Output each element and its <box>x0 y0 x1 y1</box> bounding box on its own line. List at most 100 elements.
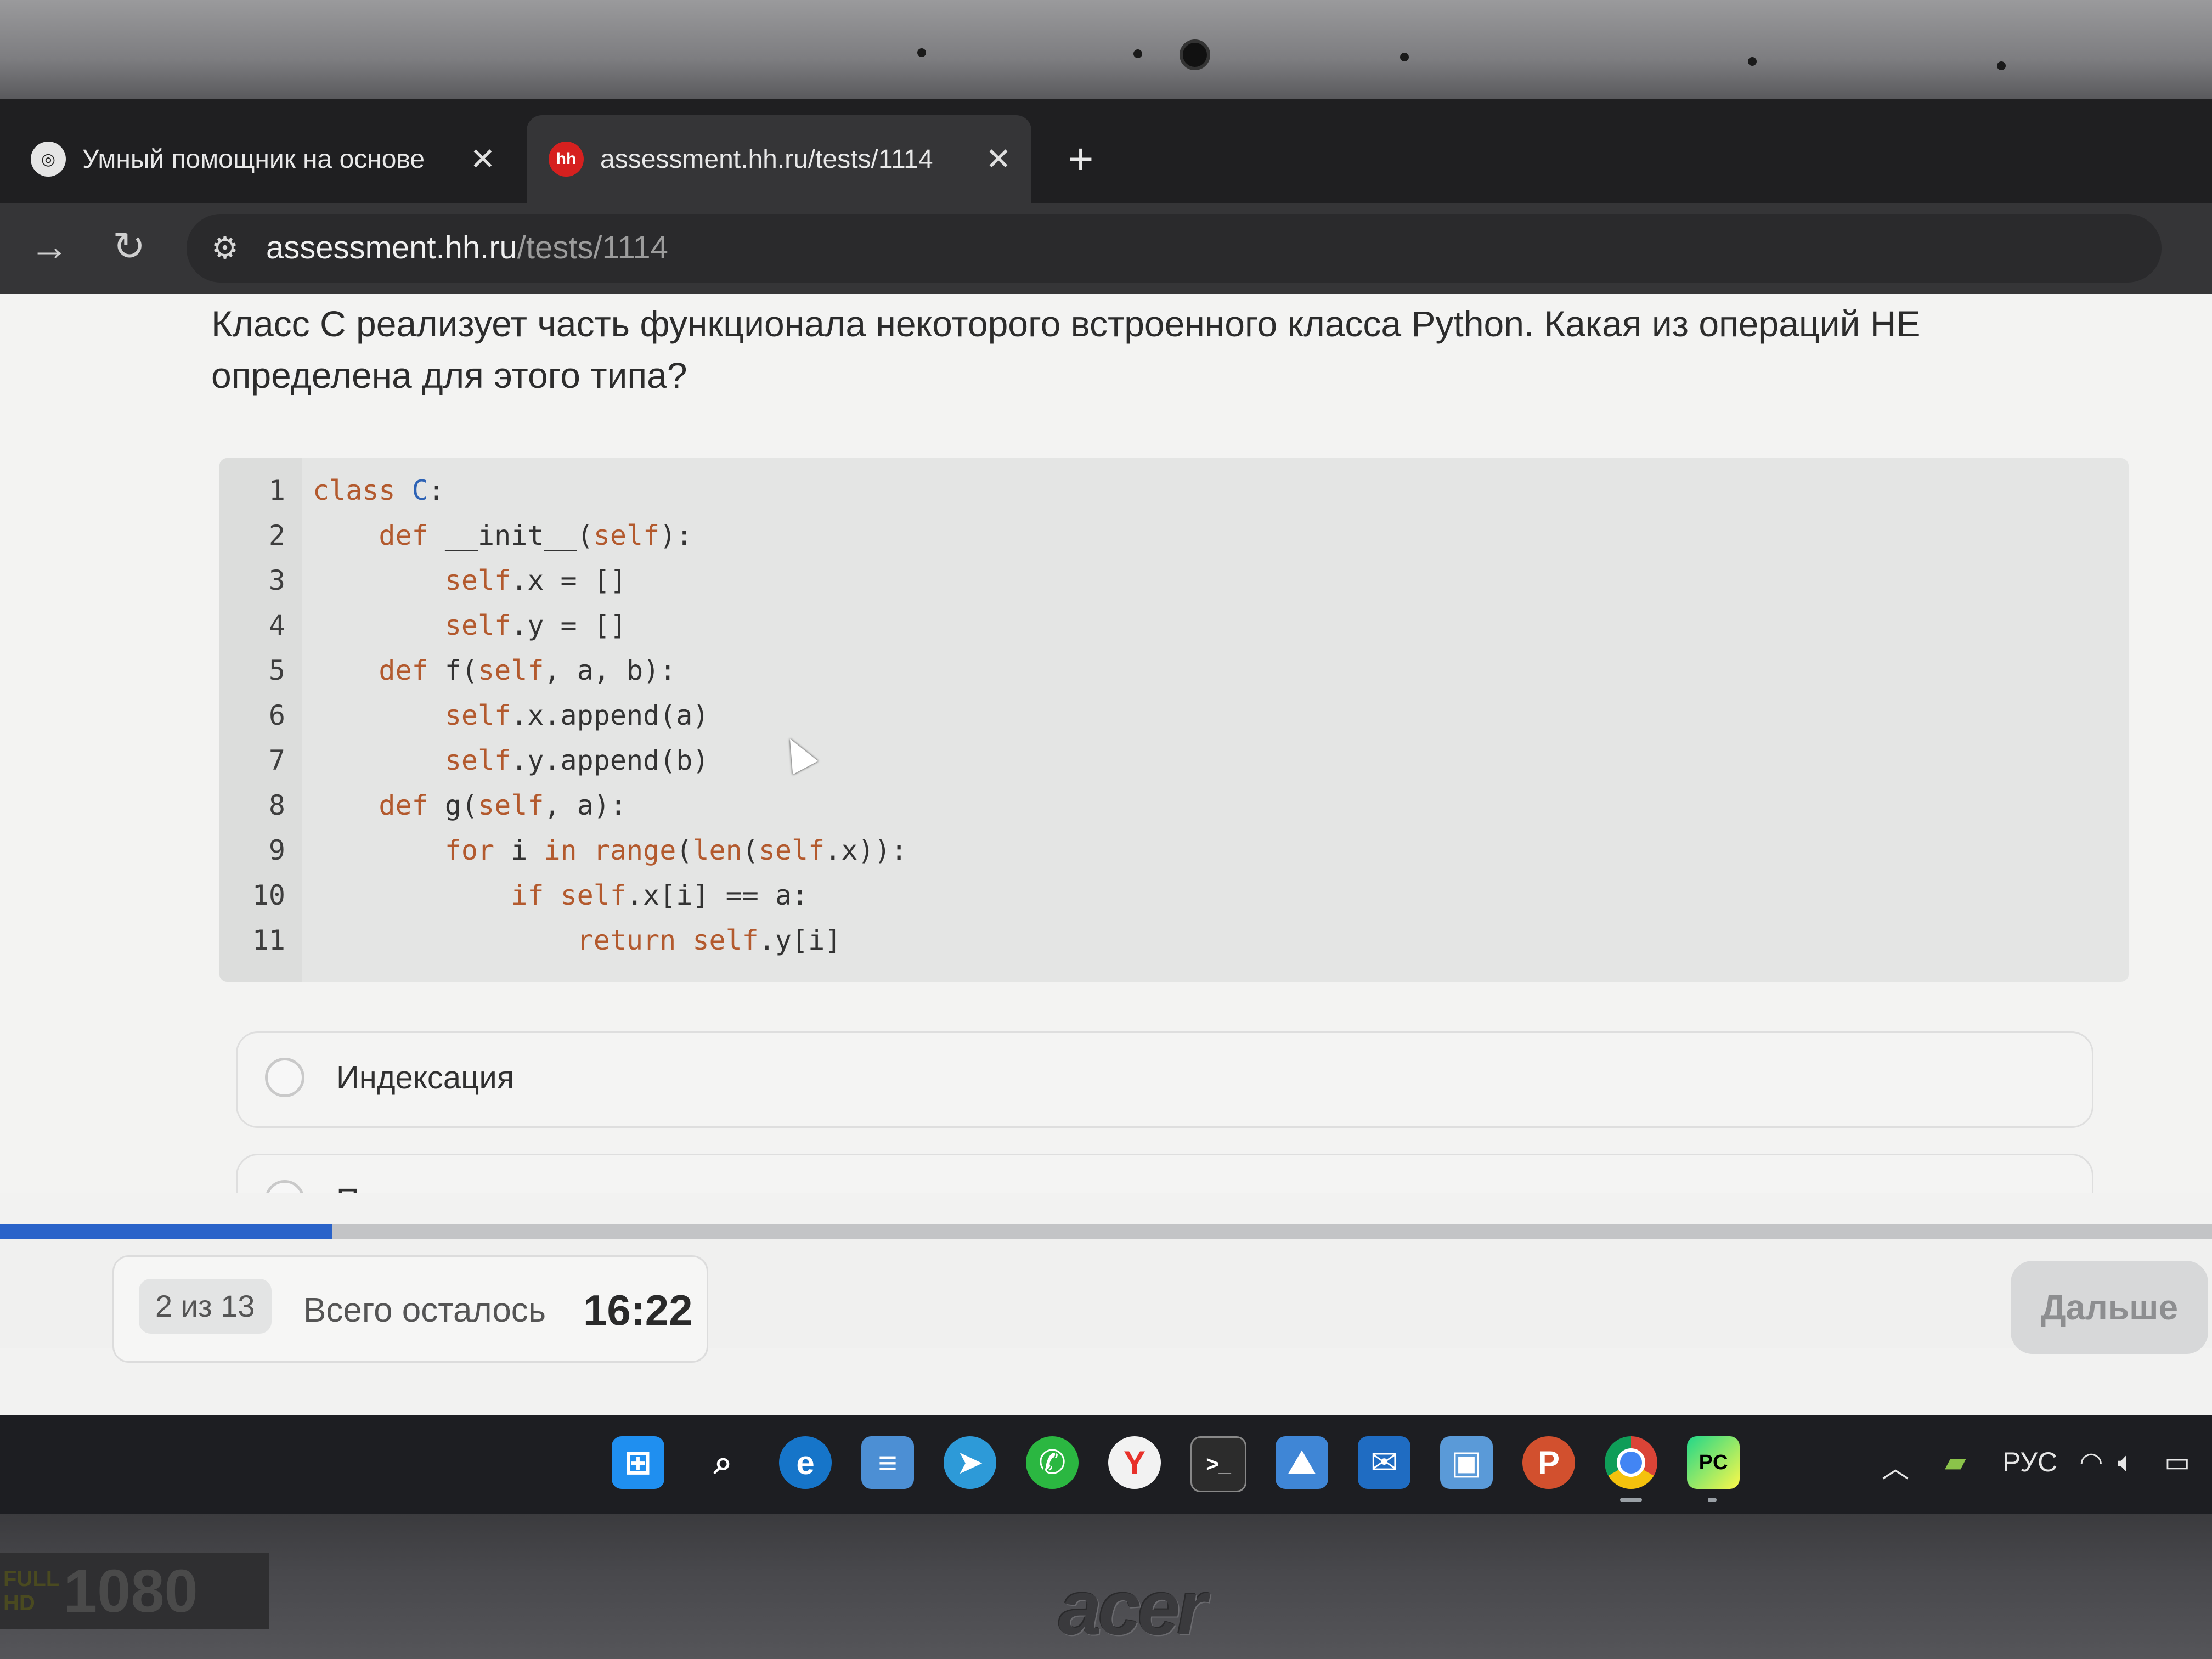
code-text: class C: <box>313 475 445 506</box>
code-line: 6 self.x.append(a) <box>219 693 2129 738</box>
url-path: /tests/1114 <box>517 230 668 266</box>
code-line: 9 for i in range(len(self.x)): <box>219 828 2129 873</box>
line-number: 11 <box>252 924 285 956</box>
line-number: 1 <box>268 475 285 506</box>
sensor-dot <box>917 48 926 57</box>
tab-assistant[interactable]: ◎ Умный помощник на основе ✕ <box>22 115 516 203</box>
tab-title: Умный помощник на основе <box>82 144 425 174</box>
photos-icon[interactable]: ⛰ <box>1276 1436 1328 1489</box>
yandex-browser-icon[interactable]: Y <box>1108 1436 1161 1489</box>
acer-logo: acer <box>1059 1565 1207 1651</box>
tab-title: assessment.hh.ru/tests/1114 <box>600 144 933 174</box>
code-line: 3 self.x = [] <box>219 558 2129 603</box>
site-settings-icon[interactable]: ⚙ <box>203 226 247 270</box>
line-number: 4 <box>268 610 285 641</box>
code-text: self.x = [] <box>444 565 627 596</box>
code-line: 11 return self.y[i] <box>219 918 2129 963</box>
active-app-indicator <box>1620 1498 1642 1502</box>
sensor-dot <box>1400 53 1409 61</box>
running-app-indicator <box>1708 1498 1717 1502</box>
line-number: 3 <box>268 565 285 596</box>
battery-icon[interactable]: ▭ <box>2164 1446 2190 1478</box>
code-text: def g(self, a): <box>379 789 627 821</box>
url-host: assessment.hh.ru <box>266 230 517 266</box>
browser-toolbar: → ↻ ⚙ assessment.hh.ru/tests/1114 ☆ <box>0 203 2212 294</box>
whatsapp-icon[interactable]: ✆ <box>1026 1436 1079 1489</box>
line-number: 10 <box>252 879 285 911</box>
remote-desktop-icon[interactable]: ▣ <box>1440 1436 1493 1489</box>
answer-option[interactable]: Пересечение <box>236 1154 2094 1193</box>
badge-line-1: FULL <box>3 1567 60 1591</box>
question-text: Класс C реализует часть функционала неко… <box>211 303 1921 396</box>
chatgpt-favicon-icon: ◎ <box>31 142 66 177</box>
close-tab-icon[interactable]: ✕ <box>982 141 1015 177</box>
code-text: def __init__(self): <box>379 520 693 551</box>
progress-bar <box>0 1224 2212 1239</box>
code-text: self.y = [] <box>444 610 627 641</box>
code-line: 2 def __init__(self): <box>219 513 2129 558</box>
answer-option[interactable]: Индексация <box>236 1031 2094 1128</box>
line-number: 2 <box>268 520 285 551</box>
reload-icon[interactable]: ↻ <box>104 222 154 272</box>
line-number: 8 <box>268 789 285 821</box>
timer: 16:22 <box>583 1286 693 1334</box>
line-number: 9 <box>268 834 285 866</box>
question-counter: 2 из 13 <box>139 1279 272 1334</box>
code-text: for i in range(len(self.x)): <box>444 834 907 866</box>
option-label: Индексация <box>336 1060 515 1096</box>
code-line: 1 class C: <box>219 468 2129 513</box>
address-bar[interactable]: ⚙ assessment.hh.ru/tests/1114 ☆ <box>187 214 2162 283</box>
windows-taskbar: ⊞ ⌕ e ≡ ➤ ✆ Y >_ ⛰ ✉ ▣ P PC ︿ ▰ РУС ◠ 🔈︎… <box>0 1415 2212 1514</box>
close-tab-icon[interactable]: ✕ <box>466 141 499 177</box>
radio-button[interactable] <box>265 1180 304 1193</box>
line-number: 5 <box>268 654 285 686</box>
code-text: self.x.append(a) <box>444 699 709 731</box>
line-number: 6 <box>268 699 285 731</box>
edge-icon[interactable]: e <box>779 1436 832 1489</box>
chrome-icon[interactable] <box>1605 1436 1657 1489</box>
terminal-icon[interactable]: >_ <box>1190 1436 1246 1492</box>
forward-arrow-icon[interactable]: → <box>25 222 74 272</box>
progress-fill <box>0 1224 332 1239</box>
pycharm-icon[interactable]: PC <box>1687 1436 1740 1489</box>
badge-resolution: 1080 <box>64 1557 198 1625</box>
webcam-icon <box>1180 40 1210 70</box>
notepad-icon[interactable]: ≡ <box>861 1436 914 1489</box>
volume-icon[interactable]: 🔈︎ <box>2118 1446 2134 1479</box>
code-line: 8 def g(self, a): <box>219 783 2129 828</box>
sensor-dot <box>1997 61 2006 70</box>
gpu-tray-icon[interactable]: ▰ <box>1945 1446 1966 1478</box>
code-line: 4 self.y = [] <box>219 603 2129 648</box>
badge-line-2: HD <box>3 1591 35 1615</box>
code-line: 10 if self.x[i] == a: <box>219 873 2129 918</box>
outlook-icon[interactable]: ✉ <box>1358 1436 1410 1489</box>
radio-button[interactable] <box>265 1058 304 1097</box>
time-remaining-label: Всего осталось <box>303 1291 546 1329</box>
wifi-icon[interactable]: ◠ <box>2079 1446 2103 1478</box>
powerpoint-icon[interactable]: P <box>1522 1436 1575 1489</box>
test-footer: 2 из 13 Всего осталось 16:22 Дальше <box>0 1239 2212 1363</box>
code-line: 7 self.y.append(b) <box>219 738 2129 783</box>
code-text: self.y.append(b) <box>444 744 709 776</box>
url-text[interactable]: assessment.hh.ru/tests/1114 <box>266 229 668 266</box>
laptop-top-bezel <box>0 0 2212 99</box>
status-card: 2 из 13 Всего осталось 16:22 <box>112 1255 708 1363</box>
option-label: Пересечение <box>336 1182 532 1193</box>
next-button[interactable]: Дальше <box>2011 1261 2208 1354</box>
sensor-dot <box>1133 49 1142 58</box>
code-text: return self.y[i] <box>577 924 842 956</box>
browser-tab-bar: ◎ Умный помощник на основе ✕ hh assessme… <box>0 99 2212 203</box>
new-tab-button[interactable]: + <box>1059 132 1103 187</box>
code-block: 1 class C: 2 def __init__(self): 3 self.x =… <box>219 458 2129 982</box>
windows-start-icon[interactable]: ⊞ <box>612 1436 664 1489</box>
full-hd-badge: FULL HD 1080 <box>0 1553 269 1629</box>
line-number: 7 <box>268 744 285 776</box>
code-text: def f(self, a, b): <box>379 654 676 686</box>
code-text: if self.x[i] == a: <box>511 879 809 911</box>
code-line: 5 def f(self, a, b): <box>219 648 2129 693</box>
search-icon[interactable]: ⌕ <box>697 1436 749 1489</box>
tab-assessment[interactable]: hh assessment.hh.ru/tests/1114 ✕ <box>527 115 1031 203</box>
language-indicator[interactable]: РУС <box>2002 1446 2057 1478</box>
telegram-icon[interactable]: ➤ <box>944 1436 996 1489</box>
hidden-icons-chevron-icon[interactable]: ︿ <box>1882 1446 1909 1486</box>
